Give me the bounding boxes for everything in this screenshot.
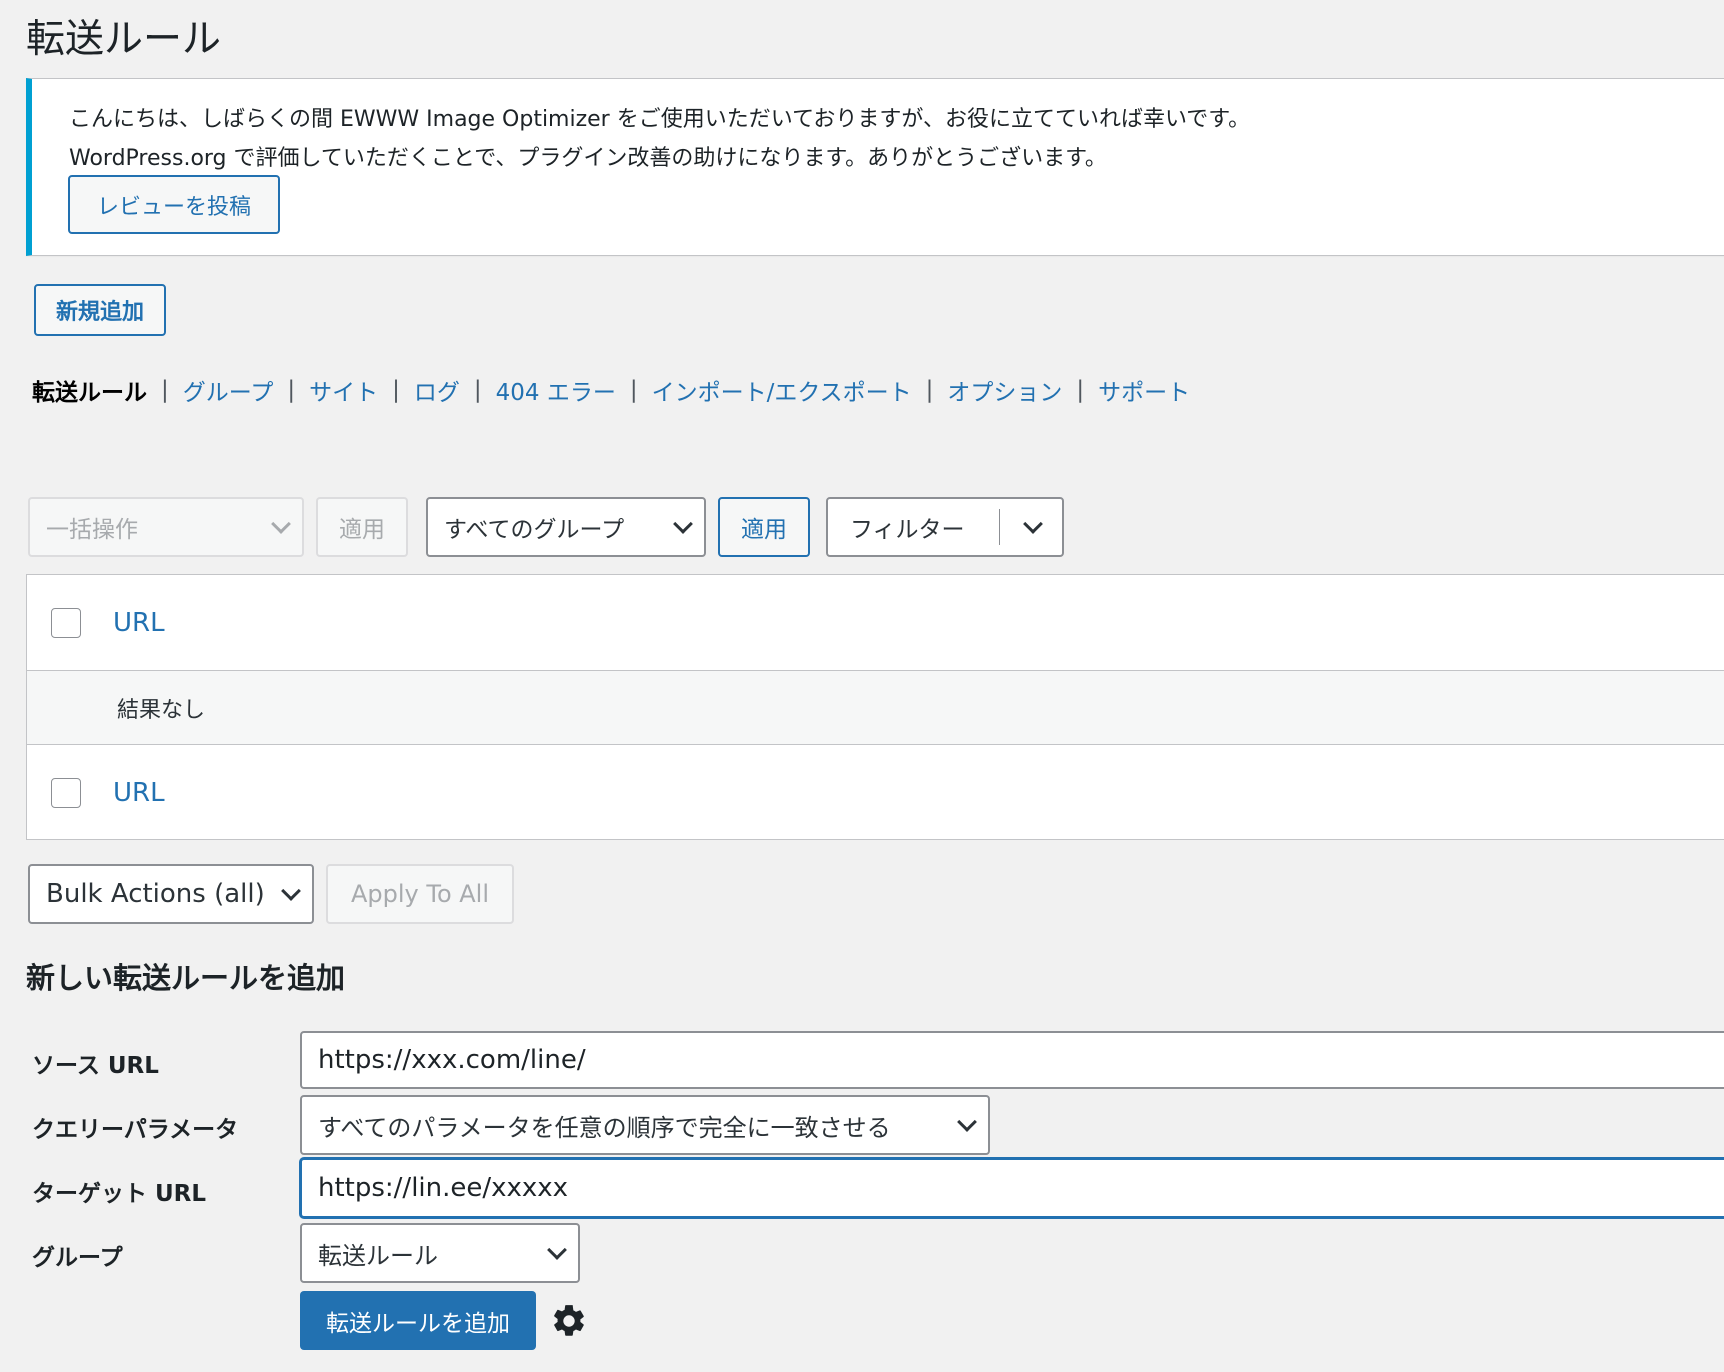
column-url-header[interactable]: URL bbox=[113, 608, 165, 638]
chevron-down-icon bbox=[547, 1240, 567, 1260]
bulk-action-select[interactable]: 一括操作 bbox=[28, 497, 304, 557]
chevron-down-icon bbox=[957, 1112, 977, 1132]
chevron-down-icon bbox=[271, 514, 291, 534]
subnav-item-sites[interactable]: サイト bbox=[309, 373, 378, 407]
select-all-checkbox[interactable] bbox=[51, 607, 81, 638]
target-url-input[interactable]: https://lin.ee/xxxxx bbox=[300, 1158, 1724, 1218]
table-row: 結果なし bbox=[27, 671, 1724, 745]
subnav-item-404[interactable]: 404 エラー bbox=[496, 373, 616, 407]
query-parameter-select[interactable]: すべてのパラメータを任意の順序で完全に一致させる bbox=[300, 1095, 990, 1155]
filter-button[interactable]: フィルター bbox=[828, 510, 999, 544]
add-rule-title: 新しい転送ルールを追加 bbox=[26, 961, 346, 995]
subnav: 転送ルール | グループ | サイト | ログ | 404 エラー | インポー… bbox=[32, 373, 1190, 407]
query-parameter-label: クエリーパラメータ bbox=[32, 1117, 239, 1143]
chevron-down-icon bbox=[1023, 514, 1043, 534]
table-footer: URL bbox=[27, 745, 1724, 841]
group-filter-select[interactable]: すべてのグループ bbox=[426, 497, 706, 557]
bulk-actions-all-select[interactable]: Bulk Actions (all) bbox=[28, 864, 314, 924]
subnav-item-options[interactable]: オプション bbox=[947, 373, 1062, 407]
subnav-item-groups[interactable]: グループ bbox=[183, 373, 274, 407]
review-notice: こんにちは、しばらくの間 EWWW Image Optimizer をご使用いた… bbox=[26, 78, 1724, 256]
chevron-down-icon bbox=[673, 514, 693, 534]
no-results-text: 結果なし bbox=[117, 697, 206, 723]
group-apply-button[interactable]: 適用 bbox=[718, 497, 810, 557]
subnav-item-log[interactable]: ログ bbox=[414, 373, 460, 407]
notice-text-line2: WordPress.org で評価していただくことで、プラグイン改善の助けになり… bbox=[69, 146, 1107, 171]
bulk-apply-button[interactable]: 適用 bbox=[316, 497, 408, 557]
column-url-footer[interactable]: URL bbox=[113, 778, 165, 808]
add-redirect-button[interactable]: 転送ルールを追加 bbox=[300, 1291, 536, 1350]
subnav-item-support[interactable]: サポート bbox=[1098, 373, 1190, 407]
target-url-label: ターゲット URL bbox=[32, 1181, 207, 1207]
filter-toggle[interactable] bbox=[1000, 499, 1062, 555]
review-button[interactable]: レビューを投稿 bbox=[68, 175, 280, 234]
table-header: URL bbox=[27, 575, 1724, 671]
gear-icon[interactable] bbox=[550, 1302, 588, 1340]
subnav-item-import-export[interactable]: インポート/エクスポート bbox=[652, 373, 912, 407]
select-all-checkbox-footer[interactable] bbox=[51, 778, 81, 808]
redirects-table: URL 結果なし URL bbox=[26, 574, 1724, 840]
subnav-item-redirects[interactable]: 転送ルール bbox=[32, 373, 147, 407]
group-label: グループ bbox=[32, 1245, 123, 1271]
notice-text-line1: こんにちは、しばらくの間 EWWW Image Optimizer をご使用いた… bbox=[69, 107, 1251, 132]
add-new-button[interactable]: 新規追加 bbox=[34, 284, 166, 336]
chevron-down-icon bbox=[281, 881, 301, 901]
apply-to-all-button[interactable]: Apply To All bbox=[326, 864, 514, 924]
filter-control: フィルター bbox=[826, 497, 1064, 557]
page-title: 転送ルール bbox=[26, 17, 222, 62]
source-url-label: ソース URL bbox=[32, 1053, 159, 1079]
group-select[interactable]: 転送ルール bbox=[300, 1223, 580, 1283]
source-url-input[interactable]: https://xxx.com/line/ bbox=[300, 1031, 1724, 1089]
